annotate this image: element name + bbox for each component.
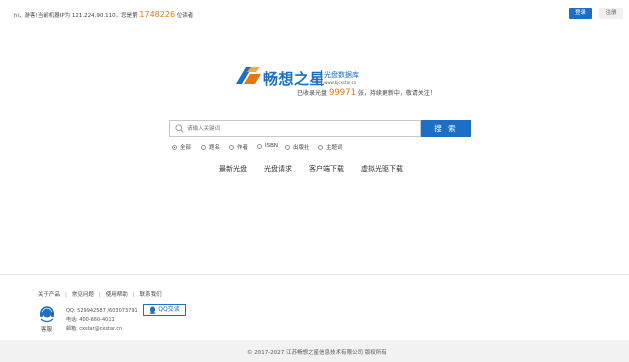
customer-service-icon (40, 306, 54, 323)
footer-link-about[interactable]: 关于产品 (38, 292, 60, 298)
brand-name: 畅想之星 (263, 70, 326, 88)
logo-mark-icon (236, 67, 261, 84)
contact-qq: QQ: 529942587 /603073791 (66, 308, 138, 314)
radio-selected-icon (172, 144, 177, 150)
register-button[interactable]: 注册 (599, 8, 623, 19)
quick-links: 最新光盘 光盘请求 客户端下载 虚拟光驱下载 (0, 164, 629, 176)
radio-icon (201, 144, 206, 150)
brand-subtitle: 光盘数据库 (324, 71, 359, 79)
stats-suffix: 张，持续更新中，敬请关注！ (357, 90, 436, 97)
radio-icon (257, 143, 262, 149)
contact-info: QQ: 529942587 /603073791 电话: 400-660-401… (66, 307, 138, 334)
collection-stats: 已收录光盘 99971 张，持续更新中，敬请关注！ (297, 88, 436, 98)
footer-link-faq[interactable]: 常见问题 (72, 292, 94, 298)
separator: | (132, 292, 135, 298)
radio-icon (229, 144, 234, 150)
search-box (169, 120, 421, 137)
link-latest-discs[interactable]: 最新光盘 (219, 164, 247, 174)
radio-icon (318, 144, 323, 150)
copyright-bar: © 2017-2027 江苏畅想之星信息技术有限公司 版权所有 (0, 340, 629, 362)
copyright-text: © 2017-2027 江苏畅想之星信息技术有限公司 版权所有 (247, 350, 387, 356)
stats-prefix: 已收录光盘 (297, 90, 328, 97)
contact-email: 邮箱: cxstar@cxstar.cn (66, 326, 123, 332)
login-button[interactable]: 登录 (569, 8, 592, 19)
footer-link-help[interactable]: 使用帮助 (106, 292, 128, 298)
scope-option-title[interactable]: 题名 (201, 143, 220, 151)
scope-option-label: 作者 (237, 145, 249, 151)
separator: | (98, 292, 101, 298)
greeting-prefix: hi，游客!当前机器IP为 121.224.90.110，您是第 (14, 13, 138, 19)
search-button[interactable]: 搜 索 (421, 120, 471, 137)
top-bar: hi，游客!当前机器IP为 121.224.90.110，您是第 1748226… (0, 0, 629, 28)
customer-service-label: 客服 (41, 327, 53, 333)
link-client-download[interactable]: 客户端下载 (309, 164, 344, 174)
scope-option-label: 全部 (180, 145, 192, 151)
logo-divider (321, 70, 322, 86)
brand-url: www.bjcxstar.cn (324, 80, 357, 85)
disc-count: 99971 (328, 88, 356, 98)
footer-divider (0, 274, 629, 275)
scope-option-label: 出版社 (293, 145, 310, 151)
separator: | (65, 292, 67, 298)
scope-option-all[interactable]: 全部 (172, 143, 191, 151)
footer-link-contact[interactable]: 联系我们 (140, 292, 162, 298)
link-virtual-drive-download[interactable]: 虚拟光驱下载 (361, 164, 403, 174)
qq-chat-label: QQ交谈 (158, 306, 180, 313)
footer-links: 关于产品 | 常见问题 | 使用帮助 | 联系我们 (38, 290, 162, 298)
visitor-greeting: hi，游客!当前机器IP为 121.224.90.110，您是第 1748226… (14, 10, 193, 19)
visitor-number: 1748226 (139, 10, 176, 19)
search-icon (175, 124, 184, 133)
scope-option-label: ISBN (265, 143, 279, 149)
scope-option-author[interactable]: 作者 (229, 143, 248, 151)
contact-phone: 电话: 400-660-4011 (66, 317, 115, 323)
scope-option-label: 主题词 (326, 145, 343, 151)
scope-option-isbn[interactable]: ISBN (257, 143, 278, 149)
link-disc-request[interactable]: 光盘请求 (264, 164, 292, 174)
scope-option-label: 题名 (209, 145, 221, 151)
qq-icon (149, 306, 156, 314)
qq-chat-button[interactable]: QQ交谈 (143, 304, 186, 316)
greeting-suffix: 位读者 (176, 13, 194, 19)
search-input[interactable] (187, 121, 415, 136)
scope-option-publisher[interactable]: 出版社 (285, 143, 310, 151)
radio-icon (285, 144, 290, 150)
scope-option-subject[interactable]: 主题词 (318, 143, 343, 151)
